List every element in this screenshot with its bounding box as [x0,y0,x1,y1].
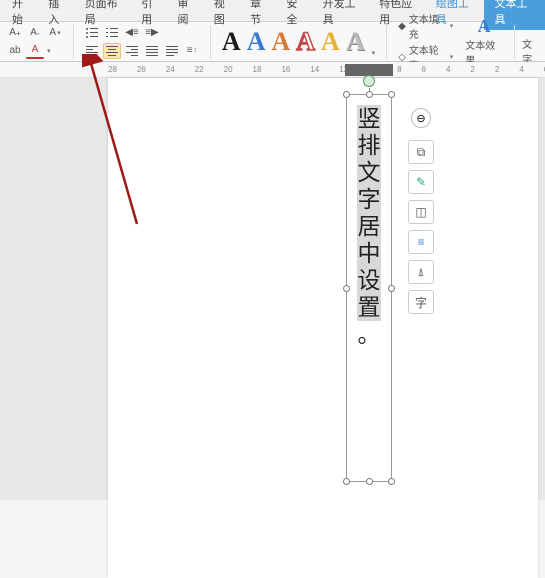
bullets-icon[interactable] [83,25,101,41]
paragraph-group: ◀≡ ≡▶ ≡↕ [81,25,203,59]
wordart-more-icon[interactable]: ▾ [372,49,376,57]
change-case-icon[interactable]: A▾ [46,25,64,41]
ruler-tick: 28 [108,65,117,74]
separator [210,25,211,59]
separator [386,25,387,59]
text-button[interactable]: 字 [408,290,434,314]
wordart-style-5[interactable]: A [321,27,340,57]
ruler-tick: 18 [253,65,262,74]
resize-handle-mr[interactable] [388,285,395,292]
ruler-tick: 4 [446,65,450,74]
wordart-style-4[interactable]: A [296,27,315,57]
ruler-tick: 8 [397,65,401,74]
ribbon: A+ A- A▾ ab A ▾ ◀≡ ≡▶ ≡↕ A A A A [0,22,545,62]
grow-font-icon[interactable]: A+ [6,25,24,41]
floating-toolbar: ⊖ ⧉ ✎ ◫ ≡ ⍋ 字 [408,108,434,314]
paint-icon: ◆ [398,21,406,32]
chevron-down-icon[interactable]: ▾ [47,47,51,55]
rotate-handle[interactable] [363,75,375,87]
text-fill-button[interactable]: ◆文本填充▾ [398,11,453,41]
align-distribute-icon[interactable] [163,43,181,59]
horizontal-ruler[interactable]: 28 26 24 22 20 18 16 14 12 10 8 6 4 2 2 … [0,62,545,78]
resize-handle-bc[interactable] [366,478,373,485]
align-center-icon[interactable] [103,43,121,59]
outline-icon: ◇ [398,52,406,63]
resize-handle-bl[interactable] [343,478,350,485]
text-more-label: 文字 [522,18,541,66]
ruler-tick: 24 [166,65,175,74]
indent-right-icon[interactable]: ≡▶ [143,25,161,41]
wordart-style-6[interactable]: A [346,27,365,57]
line-spacing-icon[interactable]: ≡↕ [183,43,201,59]
highlight-icon[interactable]: ab [6,43,24,59]
wordart-style-1[interactable]: A [222,27,241,57]
font-color-icon[interactable]: A [26,43,44,59]
align-justify-icon[interactable] [143,43,161,59]
wordart-gallery[interactable]: A A A A A A ▾ [218,27,379,57]
style-button[interactable]: ⍋ [408,260,434,284]
text-effects-button[interactable]: A 文本效果 [461,16,507,67]
shrink-font-icon[interactable]: A- [26,25,44,41]
tab-dev[interactable]: 开发工具 [315,0,372,30]
resize-handle-tr[interactable] [388,91,395,98]
ruler-tick: 26 [137,65,146,74]
ruler-tick: 16 [281,65,290,74]
separator [514,25,515,59]
fill-button[interactable]: ⧉ [408,140,434,164]
resize-handle-tl[interactable] [343,91,350,98]
vertical-textbox[interactable]: 竖排文字居中设置。 [346,94,392,482]
resize-handle-tc[interactable] [366,91,373,98]
shape-button[interactable]: ◫ [408,200,434,224]
ruler-tick: 6 [422,65,426,74]
align-right-icon[interactable] [123,43,141,59]
font-group: A+ A- A▾ ab A ▾ [4,25,66,59]
wordart-style-3[interactable]: A [271,27,290,57]
page[interactable] [108,78,538,578]
align-left-icon[interactable] [83,43,101,59]
numbering-icon[interactable] [103,25,121,41]
ruler-tick: 14 [310,65,319,74]
tab-section[interactable]: 章节 [242,0,278,30]
wordart-style-2[interactable]: A [247,27,266,57]
resize-handle-br[interactable] [388,478,395,485]
align-button[interactable]: ≡ [408,230,434,254]
edit-button[interactable]: ✎ [408,170,434,194]
ruler-tick: 4 [519,65,523,74]
resize-handle-ml[interactable] [343,285,350,292]
ruler-tick: 22 [195,65,204,74]
tab-safety[interactable]: 安全 [278,0,314,30]
tab-view[interactable]: 视图 [206,0,242,30]
document-canvas[interactable] [0,78,545,500]
pencil-icon: ✎ [416,175,426,189]
layout-options-button[interactable]: ⊖ [411,108,431,128]
effect-a-icon: A [478,16,491,37]
indent-left-icon[interactable]: ◀≡ [123,25,141,41]
ruler-tick: 2 [495,65,499,74]
ruler-tick: 20 [224,65,233,74]
ruler-tick: 2 [470,65,474,74]
separator [73,25,74,59]
align-icon: ≡ [417,235,424,249]
vertical-text-content[interactable]: 竖排文字居中设置。 [357,105,381,348]
